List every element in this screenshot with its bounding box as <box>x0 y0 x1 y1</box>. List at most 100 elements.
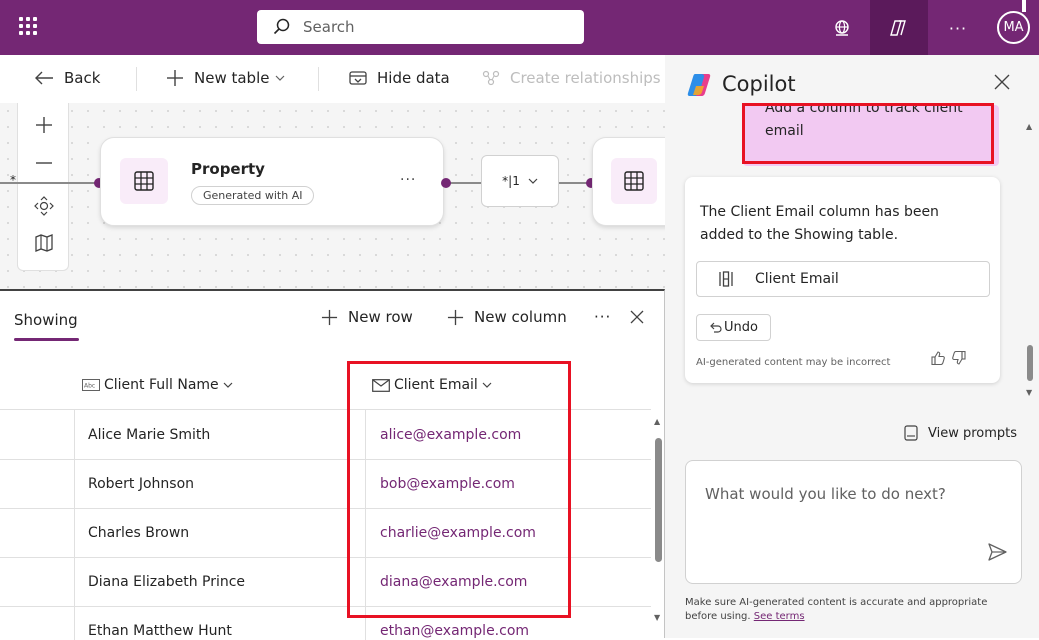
arrow-left-icon <box>35 71 53 85</box>
ai-generated-badge: Generated with AI <box>191 186 315 205</box>
environment-globe-icon[interactable] <box>826 12 858 44</box>
column-header-client-email[interactable]: Client Email <box>372 377 496 393</box>
table-name-tab[interactable]: Showing <box>14 311 78 329</box>
new-row-button[interactable]: New row <box>321 308 413 326</box>
property-table-node[interactable]: Property Generated with AI ··· <box>100 137 444 226</box>
client-email-cell[interactable]: alice@example.com <box>380 427 521 443</box>
client-name-cell[interactable]: Charles Brown <box>88 525 189 541</box>
client-email-cell[interactable]: bob@example.com <box>380 476 515 492</box>
back-button[interactable]: Back <box>34 69 100 87</box>
connector-point <box>441 178 451 188</box>
client-name-cell[interactable]: Robert Johnson <box>88 476 194 492</box>
app-launcher-icon[interactable] <box>16 14 40 38</box>
close-panel-button[interactable] <box>630 310 654 324</box>
presence-indicator <box>1022 0 1026 12</box>
chevron-down-icon <box>528 178 538 184</box>
chip-label: Client Email <box>755 271 839 287</box>
chat-scroll-up-arrow[interactable]: ▲ <box>1026 122 1032 131</box>
chat-scrollbar-thumb[interactable] <box>1027 345 1033 381</box>
top-bar: Search ··· MA <box>0 0 1039 55</box>
zoom-out-icon[interactable] <box>32 151 56 175</box>
ai-response-text: The Client Email column has been added t… <box>700 204 939 243</box>
fit-view-icon[interactable] <box>32 194 56 218</box>
table-hide-icon <box>349 71 367 85</box>
client-email-column-chip[interactable]: Client Email <box>696 261 990 297</box>
new-table-button[interactable]: New table <box>166 69 285 87</box>
view-prompts-label: View prompts <box>928 425 1018 441</box>
thumbs-down-icon[interactable] <box>950 349 968 367</box>
command-bar: Back New table Hide data Create relation… <box>0 55 665 103</box>
table-data-panel: Showing New row New column ··· Abc Clien… <box>0 289 665 640</box>
plus-icon <box>447 309 464 325</box>
create-relationships-label: Create relationships <box>510 69 661 87</box>
disclaimer-text: Make sure AI-generated content is accura… <box>685 597 988 622</box>
client-name-cell[interactable]: Alice Marie Smith <box>88 427 210 443</box>
zoom-in-icon[interactable] <box>32 113 56 137</box>
new-column-button[interactable]: New column <box>447 308 567 326</box>
client-email-cell[interactable]: ethan@example.com <box>380 623 529 639</box>
canvas-toolbar <box>17 103 69 271</box>
chevron-down-icon <box>482 382 492 388</box>
copilot-title: Copilot <box>722 72 796 96</box>
undo-icon <box>710 322 722 333</box>
copilot-chat-input[interactable]: What would you like to do next? <box>685 460 1022 584</box>
divider <box>136 67 137 91</box>
chat-scroll-down-arrow[interactable]: ▼ <box>1026 388 1032 397</box>
scroll-down-arrow[interactable]: ▼ <box>654 613 660 622</box>
client-email-cell[interactable]: diana@example.com <box>380 574 527 590</box>
see-terms-link[interactable]: See terms <box>754 611 805 622</box>
search-placeholder: Search <box>303 18 355 36</box>
table-row[interactable]: Ethan Matthew Hunt ethan@example.com <box>0 607 651 640</box>
chevron-down-icon <box>276 75 285 81</box>
relationship-dropdown[interactable]: *|1 <box>481 155 559 207</box>
table-header-row: Abc Client Full Name Client Email <box>0 362 651 410</box>
close-copilot-button[interactable] <box>990 70 1014 94</box>
ai-disclaimer-note: AI-generated content may be incorrect <box>696 357 891 368</box>
divider <box>318 67 319 91</box>
client-name-cell[interactable]: Ethan Matthew Hunt <box>88 623 232 639</box>
svg-text:Abc: Abc <box>84 383 95 390</box>
relationship-label: *|1 <box>502 174 520 188</box>
new-row-label: New row <box>348 308 413 326</box>
back-label: Back <box>64 69 101 87</box>
column-header-client-full-name[interactable]: Abc Client Full Name <box>82 377 237 393</box>
new-column-label: New column <box>474 308 567 326</box>
node-more-button[interactable]: ··· <box>400 172 416 188</box>
table-row[interactable]: Robert Johnson bob@example.com <box>0 460 651 509</box>
table-row[interactable]: Diana Elizabeth Prince diana@example.com <box>0 558 651 607</box>
copilot-icon <box>883 12 915 44</box>
text-column-icon: Abc <box>82 379 100 391</box>
diagram-canvas[interactable]: * Property Generated with AI ··· *|1 <box>0 103 682 289</box>
relationship-cardinality-left: * <box>10 173 16 187</box>
hide-data-button[interactable]: Hide data <box>349 69 450 87</box>
close-icon <box>630 310 644 324</box>
client-email-cell[interactable]: charlie@example.com <box>380 525 536 541</box>
send-icon[interactable] <box>986 541 1008 563</box>
undo-button[interactable]: Undo <box>696 314 771 341</box>
copilot-logo-icon <box>687 74 711 96</box>
close-icon <box>994 74 1010 90</box>
more-options-button[interactable]: ··· <box>594 308 611 326</box>
prompts-book-icon <box>904 425 918 441</box>
thumbs-up-icon[interactable] <box>929 349 947 367</box>
column-icon <box>719 271 733 287</box>
grid-scrollbar-thumb[interactable] <box>655 438 662 562</box>
undo-label: Undo <box>724 320 758 335</box>
table-icon <box>120 158 168 204</box>
user-message-bubble: Add a column to track client email <box>743 105 999 166</box>
search-box[interactable]: Search <box>257 10 584 44</box>
scroll-up-arrow[interactable]: ▲ <box>654 417 660 426</box>
chevron-down-icon <box>223 382 233 388</box>
copilot-disclaimer: Make sure AI-generated content is accura… <box>685 596 1015 624</box>
active-tab-indicator <box>14 338 79 341</box>
new-table-label: New table <box>194 69 270 87</box>
view-prompts-button[interactable]: View prompts <box>904 425 1017 441</box>
table-row[interactable]: Charles Brown charlie@example.com <box>0 509 651 558</box>
more-options-icon[interactable]: ··· <box>942 12 974 44</box>
user-message-text: Add a column to track client email <box>765 105 963 139</box>
create-relationships-button[interactable]: Create relationships <box>482 69 661 87</box>
table-row[interactable]: Alice Marie Smith alice@example.com <box>0 411 651 460</box>
map-icon[interactable] <box>32 231 56 255</box>
client-name-cell[interactable]: Diana Elizabeth Prince <box>88 574 245 590</box>
avatar[interactable]: MA <box>997 11 1030 44</box>
